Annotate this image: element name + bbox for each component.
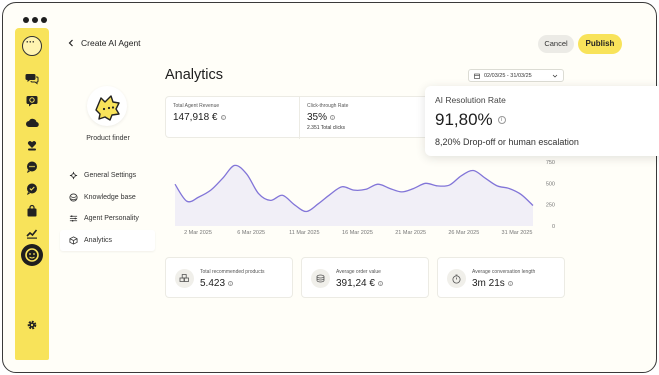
nav-item-general-settings[interactable]: General Settings [60,165,155,186]
stat-label: Average conversation length [472,269,536,275]
stat-value-row: 391,24 € i [336,278,383,289]
x-tick-label: 26 Mar 2025 [448,230,479,236]
metric-value: 147,918 € [173,112,218,123]
window-dots [23,17,47,23]
stat-value: 3m 21s [472,278,505,289]
stat-card-recommended-products: Total recommended products 5.423 i [165,257,293,298]
metric-label: Click-through Rate [307,103,349,109]
coins-icon [311,269,330,288]
stopwatch-icon [447,269,466,288]
heart-hands-icon[interactable] [25,138,39,152]
ai-resolution-rate-popup: AI Resolution Rate 91,80% i 8,20% Drop-o… [425,86,659,156]
page-title: Analytics [165,67,224,83]
metric-total-revenue: Total Agent Revenue 147,918 € i [166,97,299,139]
publish-button[interactable]: Publish [578,34,622,54]
popup-value-row: 91,80% i [435,110,659,130]
stat-value: 5.423 [200,278,226,289]
x-tick-label: 6 Mar 2025 [237,230,265,236]
agent-avatar[interactable] [87,86,127,126]
y-tick-label: 750 [546,160,555,166]
calendar-icon [474,73,480,79]
window-dot [23,17,29,23]
metric-label: Total Agent Revenue [173,103,220,109]
message-check-icon[interactable] [25,182,39,196]
chart: 2 Mar 2025 6 Mar 2025 11 Mar 2025 16 Mar 20… [165,150,565,245]
info-icon[interactable]: i [497,116,506,124]
stat-label: Total recommended products [200,269,265,275]
message-dots-icon[interactable] [25,160,39,174]
x-tick-label: 16 Mar 2025 [342,230,373,236]
date-range-picker[interactable]: 02/03/25 - 31/03/25 [468,69,564,82]
metric-value-row: 35% i [307,112,426,123]
info-icon[interactable]: i [228,281,234,286]
gear-icon[interactable] [26,319,38,331]
stat-value: 391,24 € [336,278,375,289]
trend-chart-icon[interactable] [25,226,39,240]
y-tick-label: 250 [546,203,555,209]
nav-item-label: Analytics [84,236,113,244]
date-range-value: 02/03/25 - 31/03/25 [484,72,532,79]
y-tick-label: 0 [552,224,555,230]
sidebar [15,28,49,360]
x-tick-label: 11 Mar 2025 [289,230,319,236]
series-area [175,165,533,226]
info-icon[interactable]: i [377,281,383,286]
stat-value-row: 5.423 i [200,278,234,289]
info-icon[interactable]: i [220,115,226,120]
agent-mascot-icon [95,95,120,121]
x-tick-label: 21 Mar 2025 [395,230,426,236]
chevron-down-icon [552,74,558,78]
shopping-bag-icon[interactable] [25,204,39,218]
stat-label: Average order value [336,269,381,275]
stat-value-row: 3m 21s i [472,278,513,289]
agent-name: Product finder [86,135,130,142]
popup-sub: 8,20% Drop-off or human escalation [435,137,579,147]
y-tick-label: 500 [546,181,555,187]
sliders-icon [69,171,78,180]
window-dot [41,17,47,23]
stat-card-average-conversation-length: Average conversation length 3m 21s i [437,257,565,298]
cloud-icon[interactable] [25,116,39,130]
agent-nav: General Settings Knowledge base Agent Pe… [60,165,155,251]
boxes-icon [175,269,194,288]
stat-card-average-order-value: Average order value 391,24 € i [301,257,429,298]
nav-item-analytics[interactable]: Analytics [60,229,155,251]
x-tick-label: 2 Mar 2025 [184,230,212,236]
window-dot [32,17,38,23]
metric-value: 35% [307,112,328,123]
metric-click-through-rate: Click-through Rate 35% i 2.351 Total cli… [300,97,426,139]
nav-item-label: General Settings [84,172,137,179]
cancel-button[interactable]: Cancel [538,35,574,53]
nav-item-knowledge-base[interactable]: Knowledge base [60,187,155,208]
popup-label: AI Resolution Rate [435,95,506,105]
app-logo-icon[interactable] [22,36,42,56]
metric-value-row: 147,918 € i [173,112,299,123]
popup-value: 91,80% [435,110,493,129]
cube-icon [69,235,78,245]
x-tick-label: 31 Mar 2025 [502,230,533,236]
agent-face-icon[interactable] [21,244,43,266]
nav-item-label: Knowledge base [84,193,136,201]
back-link[interactable]: Create AI Agent [67,38,141,48]
chevron-left-icon [68,39,73,47]
back-link-label: Create AI Agent [81,38,141,48]
chat-bubbles-icon[interactable] [25,71,39,85]
metric-sub: 2.351 Total clicks [307,125,345,131]
sync-chat-icon[interactable] [25,94,39,108]
nav-item-agent-personality[interactable]: Agent Personality [60,208,155,229]
database-icon [69,192,78,202]
info-icon[interactable]: i [507,281,513,286]
tune-icon [69,215,78,222]
info-icon[interactable]: i [330,115,336,120]
line-chart: 2 Mar 2025 6 Mar 2025 11 Mar 2025 16 Mar 20… [174,160,555,236]
nav-item-label: Agent Personality [84,215,139,222]
